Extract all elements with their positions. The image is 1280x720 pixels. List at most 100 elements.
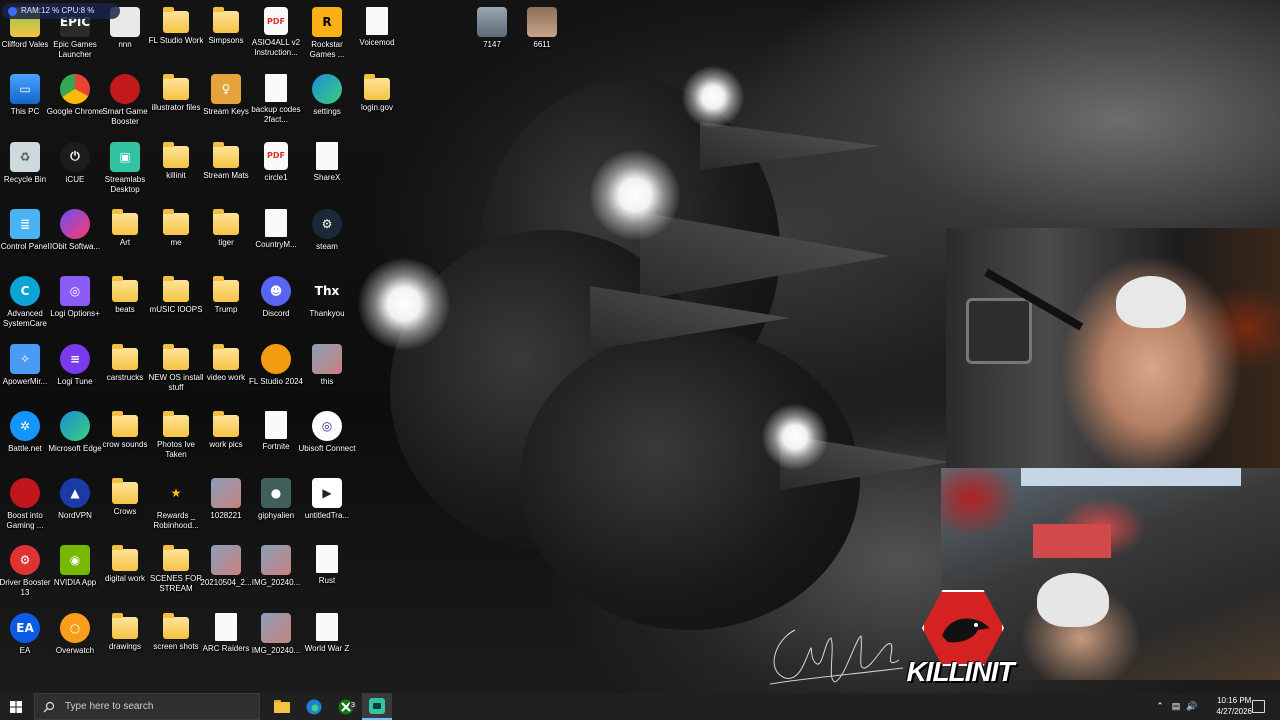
desktop-icon[interactable]: EA EA [0,609,53,673]
desktop-icon[interactable]: ⏻ iCUE [47,138,103,202]
desktop-icon[interactable]: ✧ ApowerMir... [0,340,53,404]
desktop-icon[interactable]: 7147 [464,3,520,67]
taskbar-xbox[interactable]: 3 [330,693,362,720]
desktop-icon[interactable]: 6611 [514,3,570,67]
desktop-icon[interactable]: Simpsons [198,3,254,67]
rockstar-icon: R [312,7,342,37]
desktop-icon[interactable]: ● giphyalien [248,474,304,538]
desktop-icon[interactable]: Fortnite [248,407,304,471]
desktop-icon[interactable]: this [299,340,355,404]
desktop-icon[interactable]: ○ Overwatch [47,609,103,673]
desktop-icon[interactable]: Stream Mats [198,138,254,202]
desktop-icon[interactable]: ⚙ steam [299,205,355,269]
desktop-icon[interactable]: SCENES FOR STREAM [148,541,204,605]
desktop-icon[interactable]: 1028221 [198,474,254,538]
folder-icon [112,410,138,437]
recycle-bin-icon: ♻ [10,141,40,172]
desktop-icon[interactable]: Boost into Gaming ... [0,474,53,538]
desktop-icon[interactable]: ♀ Stream Keys [198,70,254,134]
volume-icon[interactable]: 🔊 [1184,701,1200,712]
desktop-icon[interactable]: ◎ Logi Options+ [47,272,103,336]
desktop-icon[interactable]: screen shots [148,609,204,673]
desktop-icon[interactable]: ▶ untitledTra... [299,474,355,538]
desktop-icon[interactable]: ★ Rewards _ Robinhood... [148,474,204,538]
desktop-icon-label: Art [119,237,131,247]
desktop-icon[interactable]: ShareX [299,138,355,202]
desktop-icon[interactable]: Rust [299,541,355,605]
desktop-icon[interactable]: beats [97,272,153,336]
desktop-icon[interactable]: carstrucks [97,340,153,404]
desktop-icon-label: login.gov [360,103,394,113]
video-icon: ▶ [312,478,342,509]
desktop-icon[interactable]: Google Chrome [47,70,103,134]
taskbar-edge[interactable] [298,693,330,720]
folder-icon [112,545,138,572]
desktop-icon[interactable]: ▲ NordVPN [47,474,103,538]
network-icon[interactable]: ▤ [1168,701,1184,712]
desktop-icon[interactable]: Art [97,205,153,269]
desktop-icon[interactable]: World War Z [299,609,355,673]
pdf-icon: PDF [264,141,288,170]
desktop-icon[interactable]: video work [198,340,254,404]
desktop-icon-label: backup codes 2fact... [251,105,301,125]
desktop-icon[interactable]: ≣ Control Panel [0,205,53,269]
taskbar-streamlabs[interactable] [362,693,392,720]
desktop-icon[interactable]: mUSIC lOOPS [148,272,204,336]
desktop-icon[interactable]: ◉ NVIDIA App [47,541,103,605]
desktop-icon[interactable]: drawings [97,609,153,673]
desktop-icon[interactable]: crow sounds [97,407,153,471]
desktop-icon[interactable]: NEW OS install stuff [148,340,204,404]
desktop-icon[interactable]: Thx Thankyou [299,272,355,336]
desktop-icon[interactable]: ✲ Battle.net [0,407,53,471]
desktop-icon[interactable]: ◎ Ubisoft Connect [299,407,355,471]
desktop-icon[interactable]: IMG_20240... [248,609,304,673]
desktop-icon[interactable]: R Rockstar Games ... [299,3,355,67]
desktop-icon[interactable]: illustrator files [148,70,204,134]
desktop-icon[interactable]: Crows [97,474,153,538]
chevron-up-icon[interactable]: ⌃ [1152,701,1168,712]
start-button[interactable] [0,693,32,720]
desktop-icon[interactable]: backup codes 2fact... [248,70,304,134]
desktop-icon[interactable]: CountryM... [248,205,304,269]
performance-overlay: RAM:12 % CPU:8 % [2,3,120,19]
desktop-icon[interactable]: Voicemod [349,3,405,67]
folder-icon [112,343,138,370]
notification-icon[interactable] [1252,700,1265,713]
desktop-icon[interactable]: Photos Ive Taken [148,407,204,471]
taskbar-file-explorer[interactable] [266,693,298,720]
desktop-icon[interactable]: login.gov [349,70,405,134]
desktop-icon[interactable]: ▣ Streamlabs Desktop [97,138,153,202]
desktop-icon[interactable]: digital work [97,541,153,605]
desktop-icon[interactable]: FL Studio Work [148,3,204,67]
desktop-icon[interactable]: ≡ Logi Tune [47,340,103,404]
desktop-icon[interactable]: tiger [198,205,254,269]
thankyou-image-icon: Thx [312,276,342,307]
desktop-icon[interactable]: ☻ Discord [248,272,304,336]
desktop-icon[interactable]: killinit [148,138,204,202]
desktop-icon[interactable]: C Advanced SystemCare [0,272,53,336]
desktop-icon[interactable]: me [148,205,204,269]
desktop-icon[interactable]: 20210504_2... [198,541,254,605]
desktop-icon[interactable]: Trump [198,272,254,336]
folder-icon [163,545,189,572]
desktop-icon[interactable]: settings [299,70,355,134]
desktop-icon[interactable]: ♻ Recycle Bin [0,138,53,202]
desktop-icon-label: beats [115,305,135,315]
desktop-icon[interactable]: work pics [198,407,254,471]
desktop-icon[interactable]: ▭ This PC [0,70,53,134]
control-panel-icon: ≣ [10,208,40,239]
performance-text: RAM:12 % CPU:8 % [21,6,95,15]
file-icon [366,7,388,35]
desktop-icon[interactable]: PDF circle1 [248,138,304,202]
desktop-icon-label: steam [316,241,338,251]
taskbar-search-box[interactable]: Type here to search [34,693,260,720]
taskbar-clock[interactable]: 10:16 PM 4/27/2026 [1216,695,1252,717]
desktop-icon[interactable]: IObit Softwa... [47,205,103,269]
desktop-icon[interactable]: FL Studio 2024 [248,340,304,404]
desktop-icon[interactable]: PDF ASIO4ALL v2 Instruction... [248,3,304,67]
desktop-icon[interactable]: ARC Raiders [198,609,254,673]
desktop-icon[interactable]: Smart Game Booster [97,70,153,134]
desktop-icon[interactable]: ⚙ Driver Booster 13 [0,541,53,605]
desktop-icon[interactable]: Microsoft Edge [47,407,103,471]
desktop-icon[interactable]: IMG_20240... [248,541,304,605]
